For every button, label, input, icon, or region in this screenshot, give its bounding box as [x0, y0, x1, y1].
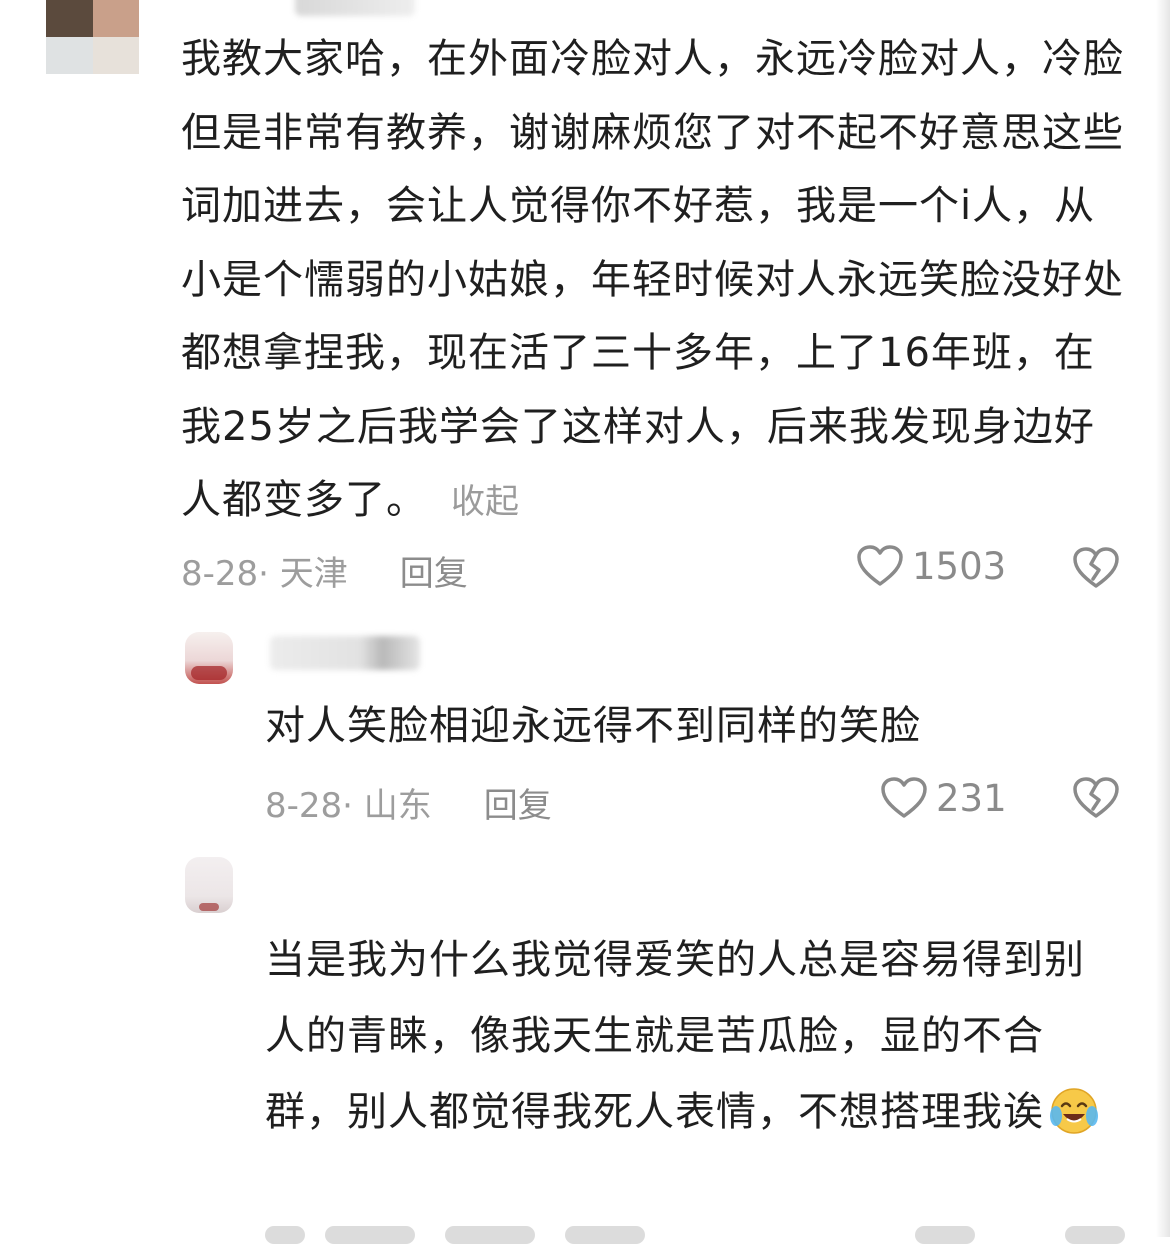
broken-heart-icon — [1073, 547, 1119, 588]
reply1-like-button[interactable]: 231 — [880, 776, 1007, 820]
dislike-button[interactable] — [1072, 546, 1120, 594]
collapse-link[interactable]: 收起 — [451, 482, 519, 522]
reply2-comment-text: 当是我为什么我觉得爱笑的人总是容易得到别人的青睐，像我天生就是苦瓜脸，显的不合群… — [265, 937, 1085, 1135]
like-button[interactable]: 1503 — [856, 544, 1006, 588]
reply1-comment-text: 对人笑脸相迎永远得不到同样的笑脸 — [265, 703, 921, 749]
comment-date-location: 8-28· 天津 — [181, 554, 348, 594]
reply1-avatar[interactable] — [185, 632, 233, 684]
reply1-like-count: 231 — [936, 776, 1007, 820]
reply1-date-location: 8-28· 山东 — [265, 786, 432, 826]
heart-outline-icon — [857, 545, 903, 586]
reply-button[interactable]: 回复 — [400, 554, 468, 594]
reply1-name-blurred[interactable] — [270, 636, 420, 670]
main-comment-text: 我教大家哈，在外面冷脸对人，永远冷脸对人，冷脸但是非常有教养，谢谢麻烦您了对不起… — [181, 36, 1124, 523]
reply2-comment-body: 当是我为什么我觉得爱笑的人总是容易得到别人的青睐，像我天生就是苦瓜脸，显的不合群… — [265, 922, 1125, 1150]
reply2-meta-cutoff — [265, 1222, 1135, 1244]
edge-shadow — [1156, 0, 1170, 1237]
heart-outline-icon — [881, 777, 927, 818]
broken-heart-icon — [1073, 777, 1119, 818]
reply1-dislike-button[interactable] — [1072, 776, 1120, 824]
main-comment-body: 我教大家哈，在外面冷脸对人，永远冷脸对人，冷脸但是非常有教养，谢谢麻烦您了对不起… — [181, 23, 1126, 540]
reply2-avatar[interactable] — [185, 857, 233, 913]
reply1-reply-button[interactable]: 回复 — [484, 786, 552, 826]
commenter-avatar[interactable] — [46, 0, 139, 74]
main-comment-meta: 8-28· 天津 回复 — [181, 546, 468, 595]
like-count: 1503 — [912, 544, 1007, 588]
crying-laughing-emoji-icon — [1050, 1088, 1098, 1134]
reply1-meta: 8-28· 山东 回复 — [265, 778, 552, 827]
commenter-name-blurred[interactable] — [295, 0, 415, 16]
